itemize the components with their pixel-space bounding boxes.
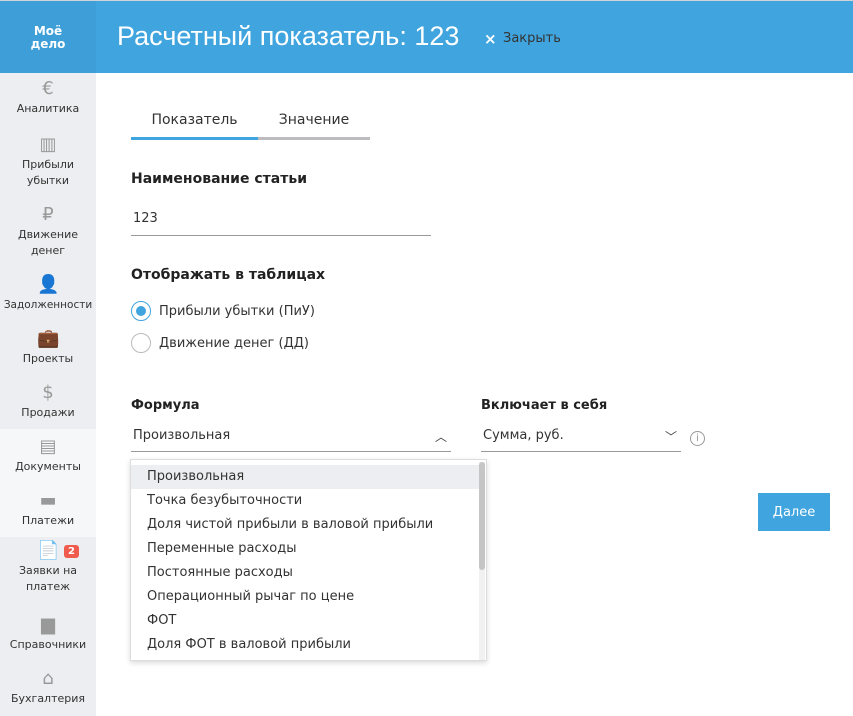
ruble-icon: ₽ <box>42 204 54 225</box>
dropdown-option[interactable]: Точка безубыточности <box>131 489 479 513</box>
dropdown-option[interactable]: Постоянные расходы <box>131 561 479 585</box>
scrollbar[interactable] <box>479 462 485 660</box>
scrollbar-thumb[interactable] <box>479 462 485 570</box>
notification-badge: 2 <box>64 545 79 558</box>
next-button[interactable]: Далее <box>758 493 830 531</box>
chevron-down-icon: ﹀ <box>664 430 677 444</box>
home-icon: ⌂ <box>42 668 54 689</box>
close-icon[interactable]: × <box>484 30 497 48</box>
name-input[interactable]: 123 <box>131 211 431 236</box>
close-link[interactable]: Закрыть <box>503 31 561 46</box>
name-label: Наименование статьи <box>131 171 307 187</box>
logo[interactable]: Моё дело <box>0 1 96 74</box>
sidebar-item-pnl[interactable]: ▥ Прибыли убытки <box>0 135 96 189</box>
radio-unchecked[interactable] <box>131 333 151 353</box>
sidebar-item-references[interactable]: ▆ Справочники <box>0 615 96 653</box>
dropdown-option[interactable]: Операционный рычаг по цене <box>131 585 479 609</box>
wallet-icon: ▬ <box>39 490 57 511</box>
info-icon[interactable]: i <box>690 431 705 446</box>
dollar-icon: $ <box>42 382 54 403</box>
includes-select[interactable]: Сумма, руб. ﹀ <box>481 428 681 452</box>
sidebar-item-analytics[interactable]: € Аналитика <box>0 79 96 117</box>
dropdown-option[interactable]: Доля чистой прибыли в валовой прибыли <box>131 513 479 537</box>
folder-icon: ▆ <box>41 614 55 635</box>
dropdown-option[interactable]: Произвольная <box>131 465 479 489</box>
chevron-up-icon: ︿ <box>434 430 447 444</box>
sidebar-item-debts[interactable]: 👤 Задолженности <box>0 275 96 313</box>
page-title: Расчетный показатель: 123 <box>117 21 460 51</box>
person-icon: 👤 <box>37 274 60 295</box>
dropdown-option[interactable]: ФОТ <box>131 609 479 633</box>
sidebar-item-payments[interactable]: ▬ Платежи <box>0 483 96 537</box>
sidebar-item-accounting[interactable]: ⌂ Бухгалтерия <box>0 669 96 707</box>
sidebar: € Аналитика ▥ Прибыли убытки ₽ Движение ден… <box>0 73 96 716</box>
sidebar-item-sales[interactable]: $ Продажи <box>0 383 96 421</box>
tab-value[interactable]: Значение <box>258 112 370 140</box>
document-icon: ▤ <box>39 436 57 457</box>
sidebar-item-cashflow[interactable]: ₽ Движение денег <box>0 205 96 259</box>
formula-label: Формула <box>131 398 200 413</box>
dropdown-option[interactable]: Переменные расходы <box>131 537 479 561</box>
tabs: Показатель Значение <box>131 112 370 140</box>
briefcase-icon: 💼 <box>37 328 60 349</box>
radio-cashflow[interactable]: Движение денег (ДД) <box>131 333 309 353</box>
includes-label: Включает в себя <box>481 398 608 413</box>
radio-pnl[interactable]: Прибыли убытки (ПиУ) <box>131 301 315 321</box>
sidebar-item-requests[interactable]: 📄 2 Заявки на платеж <box>0 541 96 595</box>
dropdown-option[interactable]: Доля ФОТ в валовой прибыли <box>131 633 479 657</box>
bar-chart-icon: ▥ <box>39 134 57 155</box>
formula-dropdown: Произвольная Точка безубыточности Доля ч… <box>130 459 487 661</box>
euro-icon: € <box>42 78 54 99</box>
sidebar-item-projects[interactable]: 💼 Проекты <box>0 329 96 367</box>
header: Моё дело Расчетный показатель: 123 × Закр… <box>0 0 853 74</box>
sidebar-item-documents[interactable]: ▤ Документы <box>0 429 96 483</box>
show-in-tables-label: Отображать в таблицах <box>131 267 326 283</box>
formula-select[interactable]: Произвольная ︿ <box>131 428 451 452</box>
tab-indicator[interactable]: Показатель <box>131 112 258 140</box>
invoice-icon: 📄 <box>37 540 60 561</box>
radio-checked[interactable] <box>131 301 151 321</box>
